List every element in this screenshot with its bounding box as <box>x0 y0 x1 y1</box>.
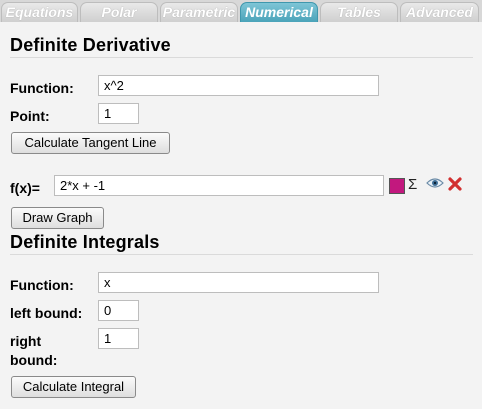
fx-label: f(x)= <box>10 180 40 196</box>
integral-function-label: Function: <box>10 277 74 293</box>
calculate-tangent-line-button[interactable]: Calculate Tangent Line <box>11 132 170 154</box>
derivative-heading: Definite Derivative <box>10 35 171 55</box>
right-bound-label-line2: bound: <box>10 352 58 368</box>
integral-heading: Definite Integrals <box>10 232 160 252</box>
integral-divider <box>10 254 473 255</box>
tab-polar[interactable]: Polar <box>80 2 158 22</box>
calculate-integral-button[interactable]: Calculate Integral <box>11 376 136 398</box>
integral-function-input[interactable]: x <box>98 272 379 293</box>
derivative-function-label: Function: <box>10 80 74 96</box>
derivative-divider <box>10 57 473 58</box>
derivative-function-input[interactable]: x^2 <box>98 75 379 96</box>
tab-equations[interactable]: Equations <box>1 2 78 22</box>
color-swatch-icon[interactable] <box>389 178 405 194</box>
tab-advanced[interactable]: Advanced <box>400 2 479 22</box>
derivative-point-label: Point: <box>10 108 50 124</box>
tab-numerical[interactable]: Numerical <box>240 2 318 22</box>
derivative-point-input[interactable]: 1 <box>98 103 139 124</box>
fx-input[interactable]: 2*x + -1 <box>54 175 384 196</box>
left-bound-input[interactable]: 0 <box>98 300 139 321</box>
eye-icon[interactable] <box>426 176 444 195</box>
right-bound-label-line1: right <box>10 333 42 349</box>
draw-graph-button[interactable]: Draw Graph <box>11 207 104 229</box>
left-bound-label: left bound: <box>10 305 83 321</box>
tab-tables[interactable]: Tables <box>320 2 398 22</box>
right-bound-input[interactable]: 1 <box>98 328 139 349</box>
sigma-icon[interactable]: Σ <box>408 176 417 194</box>
close-icon[interactable] <box>448 177 462 196</box>
tab-parametric[interactable]: Parametric <box>160 2 238 22</box>
tab-bar: Equations Polar Parametric Numerical Tab… <box>0 0 482 22</box>
